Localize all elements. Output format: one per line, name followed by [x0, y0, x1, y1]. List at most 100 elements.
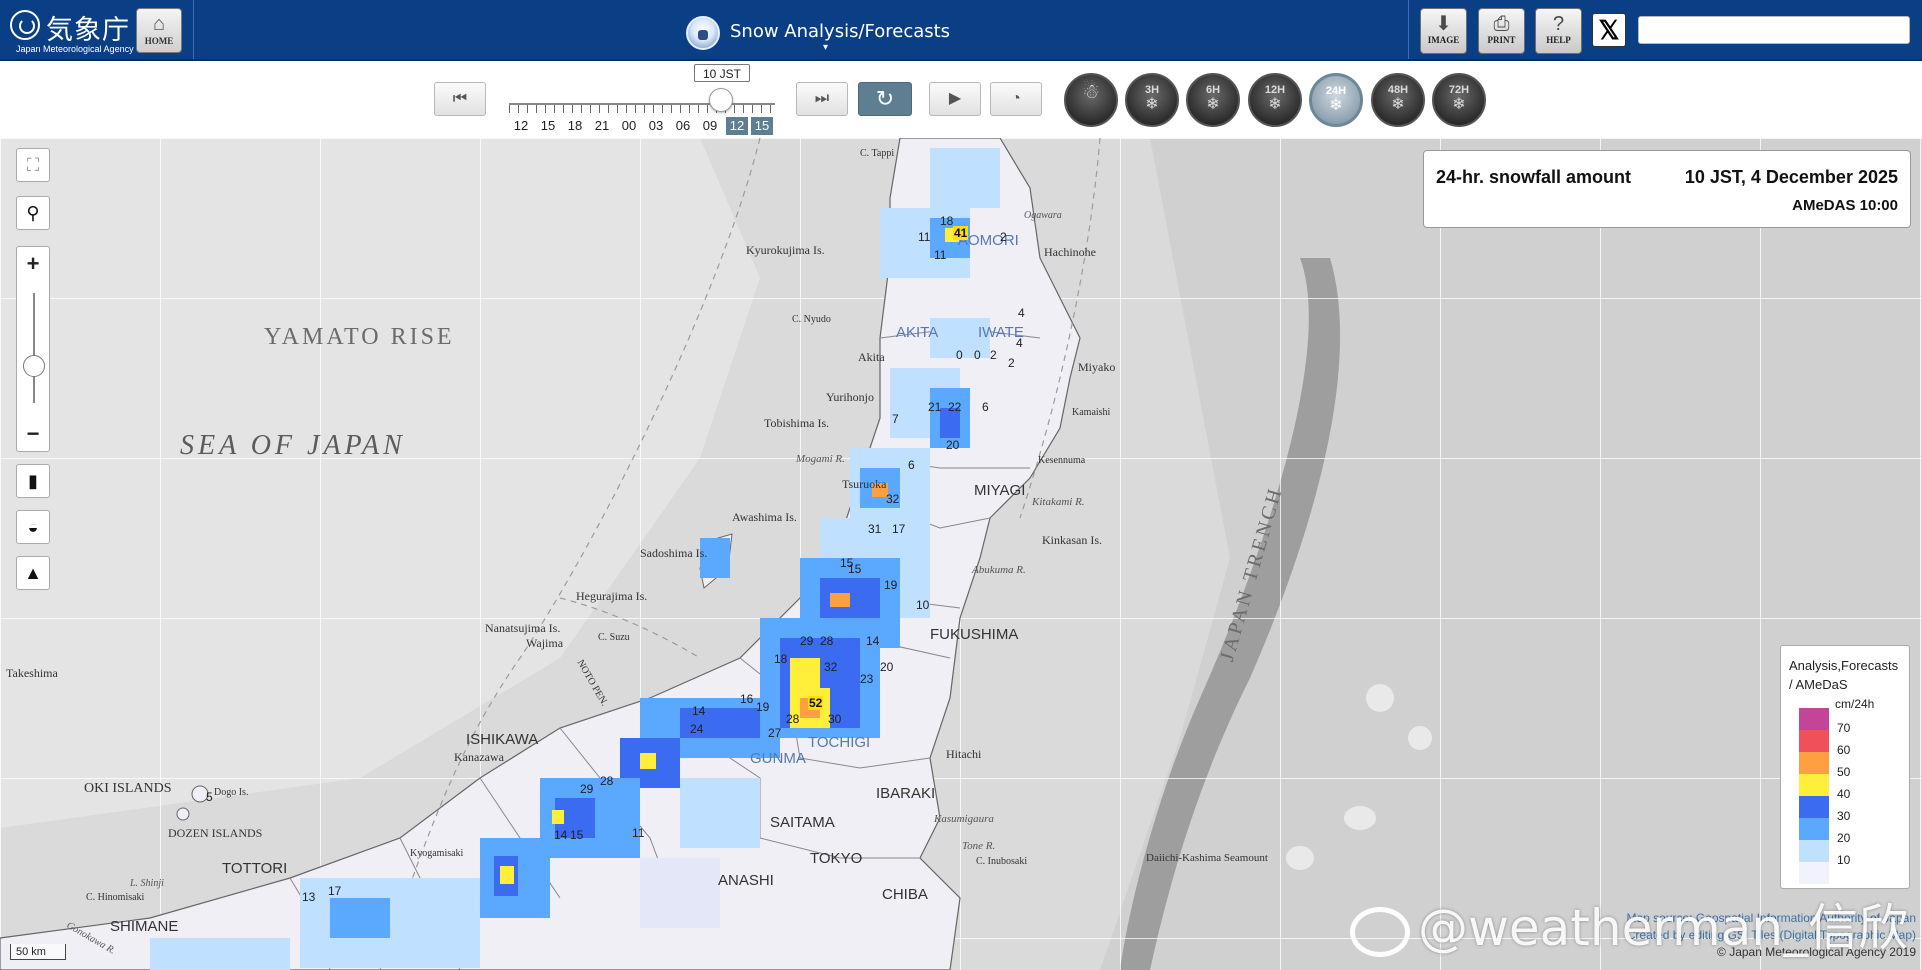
zoom-in-button[interactable]: +: [17, 251, 49, 277]
label-kinkasan: Kinkasan Is.: [1042, 533, 1102, 547]
range-button-6h[interactable]: 6H ❄: [1186, 73, 1240, 127]
range-button-24h[interactable]: 24H ❄: [1309, 73, 1363, 127]
amedas-value: 16: [740, 692, 754, 706]
snow-product-icon: [686, 16, 720, 50]
printer-icon: ⎙: [1493, 13, 1510, 35]
range-label: 72H: [1448, 84, 1470, 96]
label-hinomisaki: C. Hinomisaki: [86, 892, 145, 903]
play-button[interactable]: ▶: [929, 82, 981, 116]
label-abukuma-river: Abukuma R.: [972, 564, 1026, 576]
snow-depth-icon: ☃: [1082, 81, 1100, 103]
amedas-value: 18: [774, 652, 788, 666]
amedas-value: 52: [808, 696, 824, 710]
label-kitakami-river: Kitakami R.: [1032, 496, 1085, 508]
zoom-control: + −: [16, 246, 50, 452]
amedas-value: 11: [918, 230, 931, 244]
label-ishikawa: ISHIKAWA: [466, 731, 539, 748]
last-frame-button[interactable]: ⏭: [796, 82, 848, 116]
hour-label[interactable]: 18: [564, 117, 586, 135]
amedas-value: 28: [600, 774, 614, 788]
zoom-slider-track[interactable]: [33, 293, 35, 403]
range-button-12h[interactable]: 12H ❄: [1248, 73, 1302, 127]
terrain-button[interactable]: ▲: [16, 556, 50, 590]
home-label: HOME: [144, 36, 174, 46]
fullscreen-button[interactable]: ⛶: [16, 148, 50, 182]
amedas-value: 14: [554, 828, 568, 842]
label-shinji: L. Shinji: [130, 878, 164, 889]
label-akita: AKITA: [896, 324, 939, 341]
amedas-value: 17: [328, 884, 342, 898]
hour-label[interactable]: 03: [645, 117, 667, 135]
hour-label[interactable]: 09: [699, 117, 721, 135]
hour-label[interactable]: 21: [591, 117, 613, 135]
hour-label[interactable]: 15: [537, 117, 559, 135]
label-chiba: CHIBA: [882, 886, 928, 903]
label-yurihonjo: Yurihonjo: [826, 390, 874, 404]
label-akita-city: Akita: [858, 350, 885, 364]
label-wajima: Wajima: [526, 636, 564, 650]
location-pin-icon: ⚲: [26, 203, 40, 223]
label-kyogamisaki: Kyogamisaki: [410, 848, 464, 859]
legend-swatch: [1799, 774, 1829, 796]
map-canvas[interactable]: YAMATO RISE SEA OF JAPAN JAPAN TRENCH FU…: [0, 138, 1922, 970]
label-tsuruoka: Tsuruoka: [842, 477, 887, 491]
label-dozen-islands: DOZEN ISLANDS: [168, 826, 263, 840]
hour-label-forecast[interactable]: 12: [726, 117, 748, 135]
x-share-button[interactable]: 𝕏: [1592, 13, 1626, 47]
range-button-48h[interactable]: 48H ❄: [1371, 73, 1425, 127]
first-frame-button[interactable]: ⏮: [434, 82, 486, 116]
amedas-value: 7: [892, 412, 899, 426]
hour-label[interactable]: 12: [510, 117, 532, 135]
snow-depth-button[interactable]: ☃: [1064, 73, 1118, 127]
speed-button[interactable]: ◔: [990, 82, 1042, 116]
amedas-value: 4: [1016, 336, 1023, 350]
amedas-value: 17: [892, 522, 906, 536]
legend-level: 30: [1837, 809, 1851, 823]
amedas-value: 41: [953, 226, 969, 240]
hour-label[interactable]: 06: [672, 117, 694, 135]
amedas-value: 29: [800, 634, 814, 648]
page-title: Snow Analysis/Forecasts: [730, 21, 951, 42]
label-suzu: C. Suzu: [598, 632, 630, 643]
label-kasumigaura: Kasumigaura: [934, 813, 994, 825]
zoom-slider-handle[interactable]: [23, 355, 45, 377]
label-dogo: Dogo Is.: [214, 787, 249, 798]
location-button[interactable]: ⚲: [16, 196, 50, 230]
amedas-value: 21: [928, 400, 942, 414]
map-icon: ▮: [28, 471, 38, 491]
label-saitama: SAITAMA: [770, 814, 835, 831]
label-tottori: TOTTORI: [222, 860, 288, 877]
hour-label-forecast[interactable]: 15: [751, 117, 773, 135]
range-button-72h[interactable]: 72H ❄: [1432, 73, 1486, 127]
save-image-button[interactable]: ⬇ IMAGE: [1420, 8, 1467, 54]
amedas-value: 6: [982, 400, 989, 414]
label-sadoshima: Sadoshima Is.: [640, 546, 708, 560]
refresh-button[interactable]: ↻: [858, 82, 912, 116]
amedas-value: 19: [884, 578, 898, 592]
home-button[interactable]: ⌂ HOME: [136, 8, 182, 53]
refresh-icon: ↻: [875, 86, 895, 111]
snowfall-icon: ❄: [1268, 96, 1282, 113]
jma-logo[interactable]: 気象庁 Japan Meteorological Agency: [10, 8, 134, 54]
search-input[interactable]: [1638, 16, 1910, 44]
amedas-value: 32: [886, 492, 900, 506]
image-label: IMAGE: [1427, 35, 1460, 45]
print-button[interactable]: ⎙ PRINT: [1478, 8, 1525, 54]
label-ogawara: Ogawara: [1024, 210, 1062, 221]
range-label: 48H: [1387, 84, 1409, 96]
amedas-value: 31: [868, 522, 882, 536]
first-frame-icon: ⏮: [452, 90, 468, 107]
time-slider-ticks: [509, 105, 775, 113]
hydrography-button[interactable]: ◒: [16, 510, 50, 544]
label-oki-islands: OKI ISLANDS: [84, 781, 172, 796]
hour-label[interactable]: 00: [618, 117, 640, 135]
help-button[interactable]: ? HELP: [1535, 8, 1582, 54]
amedas-time: AMeDAS 10:00: [1792, 197, 1898, 214]
label-tochigi: TOCHIGI: [808, 734, 871, 751]
range-button-3h[interactable]: 3H ❄: [1125, 73, 1179, 127]
basemap-button[interactable]: ▮: [16, 464, 50, 498]
zoom-out-button[interactable]: −: [17, 421, 49, 447]
time-slider-handle[interactable]: [709, 88, 733, 112]
label-gunma: GUNMA: [750, 750, 806, 767]
amedas-value: 0: [974, 348, 981, 362]
